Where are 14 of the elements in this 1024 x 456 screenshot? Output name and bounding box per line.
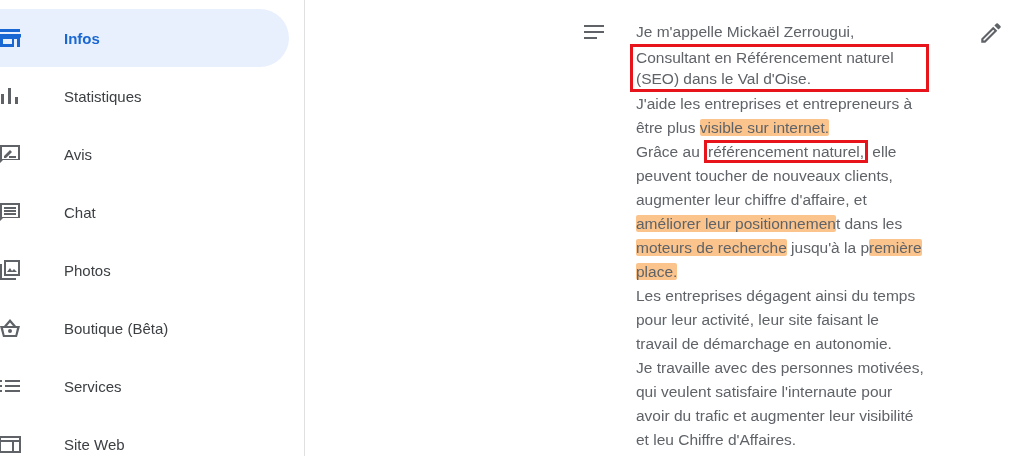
chat-icon	[0, 200, 22, 224]
sidebar-item[interactable]: Infos	[0, 9, 289, 67]
sidebar-item[interactable]: Statistiques	[0, 67, 289, 125]
sidebar-item[interactable]: Services	[0, 357, 289, 415]
sidebar-item[interactable]: Chat	[0, 183, 289, 241]
sidebar-item[interactable]: Boutique (Bêta)	[0, 299, 289, 357]
photos-icon	[0, 258, 22, 282]
store-icon	[0, 26, 22, 50]
sidebar-item[interactable]: Avis	[0, 125, 289, 183]
review-icon	[0, 142, 22, 166]
description-text: Je m'appelle Mickaël Zerrougui, Consultant en Référencement naturel (SEO) dans le Val d'Oise. J'aide les entreprises et entrepreneurs à être plus visible sur internet. Grâce au référencement naturel, elle peuvent toucher de nouveaux clients, augmenter leur chiffre d'affaire, et améliorer leur positionnement dans les moteurs de recherche jusqu'à la première place. Les entreprises dégagent ainsi du temps pour leur activité, leur site faisant le travail de démarchage en autonomie. Je travaille avec des personnes motivées, qui veulent satisfaire l'internaute pour avoir du trafic et augmenter leur visibilité et leu Chiffre d'Affaires.	[630, 20, 935, 452]
edit-icon[interactable]	[978, 20, 1004, 46]
sidebar-item[interactable]: Photos	[0, 241, 289, 299]
sidebar-item[interactable]: Site Web	[0, 415, 289, 456]
